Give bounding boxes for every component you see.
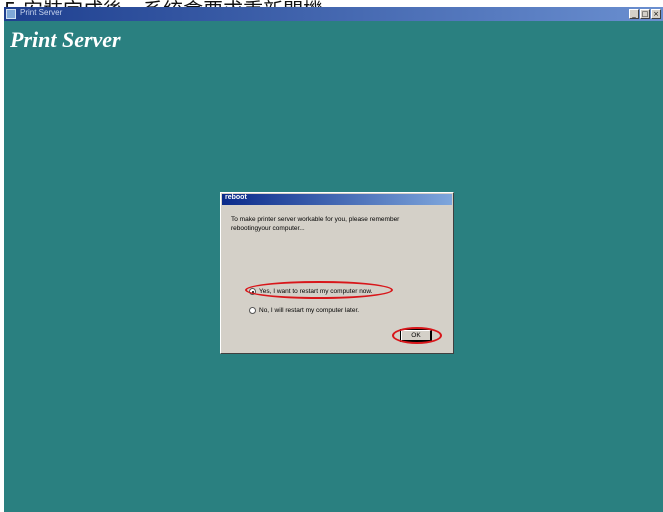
minimize-icon[interactable]: _ (629, 9, 639, 19)
restart-now-option[interactable]: Yes, I want to restart my computer now. (249, 288, 373, 295)
window-title: Print Server (20, 8, 63, 17)
dialog-message: To make printer server workable for you,… (231, 216, 400, 232)
dialog-title: reboot (225, 194, 247, 201)
window-controls: _ □ × (629, 9, 661, 19)
maximize-icon[interactable]: □ (640, 9, 650, 19)
radio-restart-later[interactable] (249, 307, 256, 314)
ok-button[interactable]: OK (400, 329, 432, 342)
reboot-dialog: reboot To make printer server workable f… (220, 192, 454, 354)
window-titlebar[interactable]: Print Server _ □ × (4, 7, 663, 21)
restart-later-option[interactable]: No, I will restart my computer later. (249, 307, 359, 314)
restart-now-label[interactable]: Yes, I want to restart my computer now. (259, 288, 373, 295)
dialog-titlebar[interactable]: reboot (222, 194, 452, 205)
close-icon[interactable]: × (651, 9, 661, 19)
app-heading: Print Server (10, 27, 121, 52)
radio-restart-now[interactable] (249, 288, 256, 295)
print-server-window: Print Server _ □ × Print Server reboot T… (4, 7, 663, 512)
restart-later-label[interactable]: No, I will restart my computer later. (259, 307, 359, 314)
app-icon (6, 9, 16, 19)
